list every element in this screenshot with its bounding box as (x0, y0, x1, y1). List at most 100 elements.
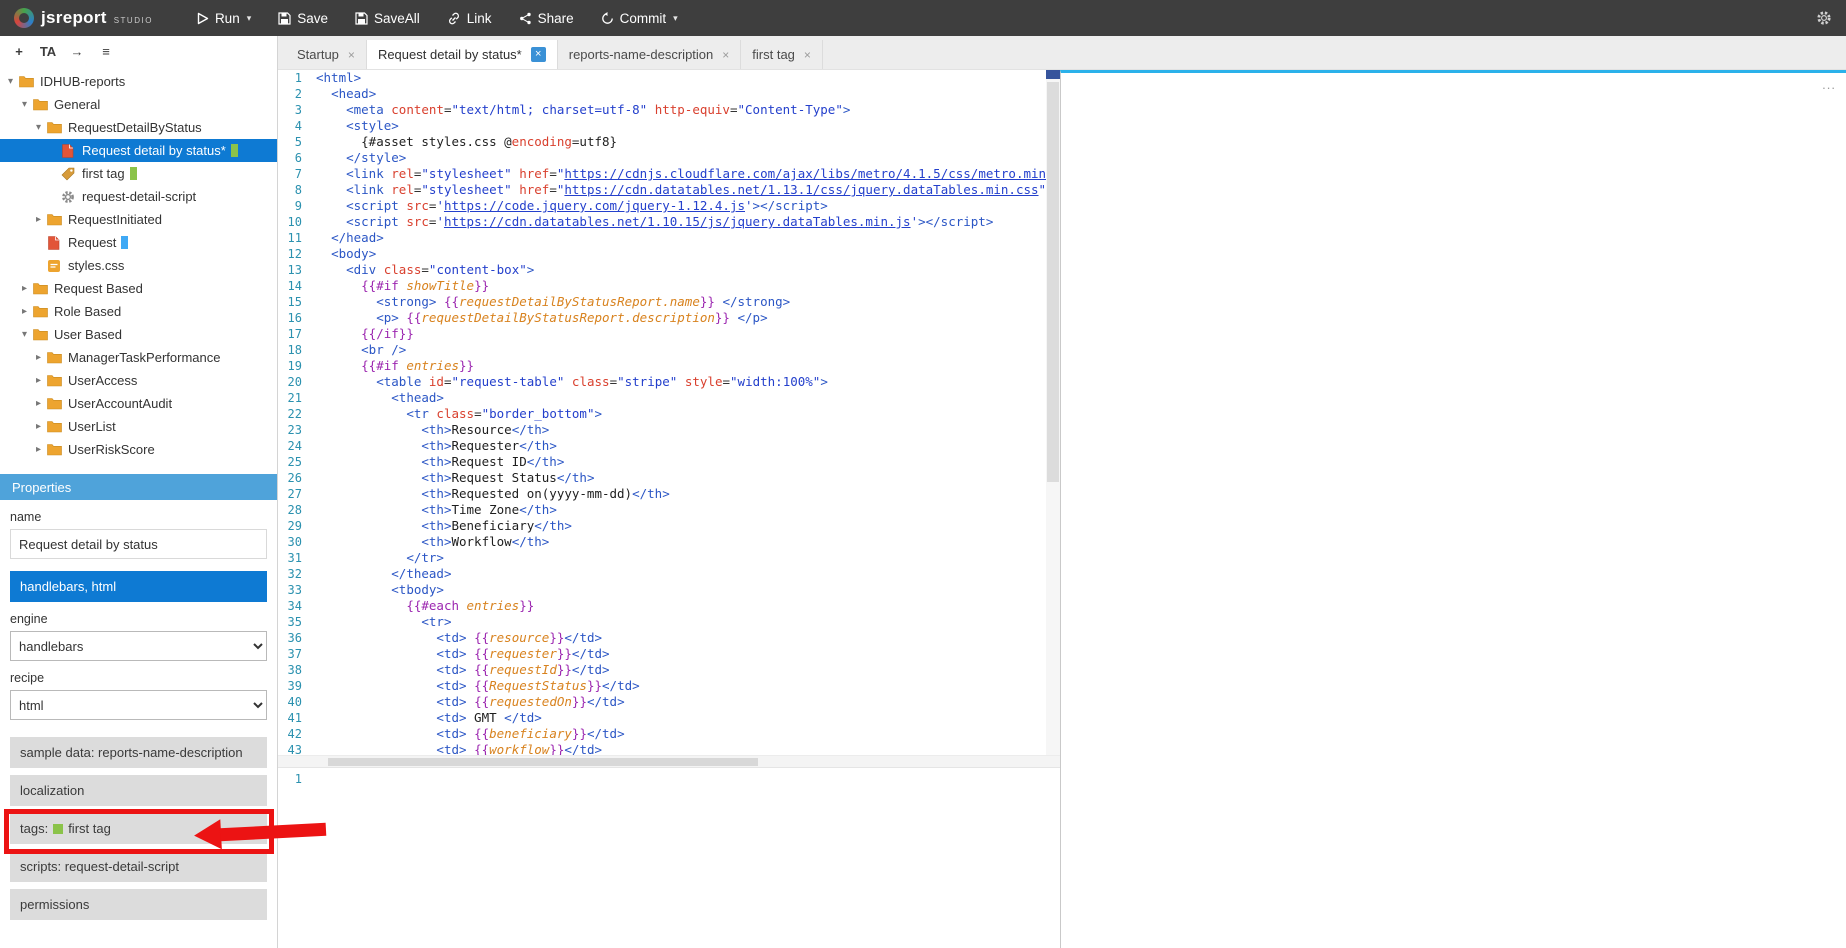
code-line[interactable]: 7 <link rel="stylesheet" href="https://c… (278, 166, 1060, 182)
tree-item-request-detail-by-status[interactable]: Request detail by status* (0, 139, 277, 162)
code-line[interactable]: 27 <th>Requested on(yyyy-mm-dd)</th> (278, 486, 1060, 502)
menu-commit-button[interactable]: Commit▾ (601, 11, 678, 26)
toolbar-add-button[interactable]: + (7, 40, 31, 62)
recipe-select[interactable]: html (10, 690, 267, 720)
caret-right-icon[interactable]: ▸ (32, 352, 45, 363)
caret-right-icon[interactable]: ▸ (32, 398, 45, 409)
caret-down-icon[interactable]: ▾ (18, 99, 31, 110)
tree-item-requestdetailbystatus[interactable]: ▾RequestDetailByStatus (0, 116, 277, 139)
toolbar-menu-button[interactable]: ≡ (94, 40, 118, 62)
code-line[interactable]: 9 <script src='https://code.jquery.com/j… (278, 198, 1060, 214)
code-line[interactable]: 5 {#asset styles.css @encoding=utf8} (278, 134, 1060, 150)
tree-item-role-based[interactable]: ▸Role Based (0, 300, 277, 323)
code-line[interactable]: 18 <br /> (278, 342, 1060, 358)
code-line[interactable]: 17 {{/if}} (278, 326, 1060, 342)
preview-more-button[interactable]: ... (1822, 77, 1836, 92)
code-line[interactable]: 24 <th>Requester</th> (278, 438, 1060, 454)
code-line[interactable]: 40 <td> {{requestedOn}}</td> (278, 694, 1060, 710)
code-line[interactable]: 6 </style> (278, 150, 1060, 166)
editor-vertical-scrollbar[interactable] (1046, 70, 1060, 755)
caret-right-icon[interactable]: ▸ (32, 444, 45, 455)
caret-right-icon[interactable]: ▸ (32, 375, 45, 386)
code-line[interactable]: 19 {{#if entries}} (278, 358, 1060, 374)
horizontal-scroll-thumb[interactable] (328, 758, 758, 766)
tree-item-styles-css[interactable]: styles.css (0, 254, 277, 277)
code-line[interactable]: 14 {{#if showTitle}} (278, 278, 1060, 294)
close-icon[interactable]: × (348, 49, 355, 61)
code-line[interactable]: 25 <th>Request ID</th> (278, 454, 1060, 470)
menu-run-button[interactable]: Run▾ (197, 11, 251, 26)
close-icon[interactable]: × (531, 47, 546, 62)
tree-item-user-based[interactable]: ▾User Based (0, 323, 277, 346)
menu-save-button[interactable]: Save (278, 11, 328, 26)
tab-request-detail-by-status[interactable]: Request detail by status*× (367, 40, 558, 69)
tree-item-userlist[interactable]: ▸UserList (0, 415, 277, 438)
code-line[interactable]: 8 <link rel="stylesheet" href="https://c… (278, 182, 1060, 198)
code-line[interactable]: 34 {{#each entries}} (278, 598, 1060, 614)
tree-item-first-tag[interactable]: first tag (0, 162, 277, 185)
properties-header[interactable]: Properties (0, 474, 277, 500)
code-line[interactable]: 11 </head> (278, 230, 1060, 246)
code-line[interactable]: 37 <td> {{requester}}</td> (278, 646, 1060, 662)
code-line[interactable]: 16 <p> {{requestDetailByStatusReport.des… (278, 310, 1060, 326)
tree-item-useraccountaudit[interactable]: ▸UserAccountAudit (0, 392, 277, 415)
code-line[interactable]: 2 <head> (278, 86, 1060, 102)
code-line[interactable]: 15 <strong> {{requestDetailByStatusRepor… (278, 294, 1060, 310)
tree-item-managertaskperformance[interactable]: ▸ManagerTaskPerformance (0, 346, 277, 369)
close-icon[interactable]: × (722, 49, 729, 61)
section-tags[interactable]: tags:first tag (10, 813, 267, 844)
section-localization[interactable]: localization (10, 775, 267, 806)
caret-down-icon[interactable]: ▾ (18, 329, 31, 340)
tab-first-tag[interactable]: first tag× (741, 40, 823, 69)
tree-item-requestinitiated[interactable]: ▸RequestInitiated (0, 208, 277, 231)
code-line[interactable]: 23 <th>Resource</th> (278, 422, 1060, 438)
code-line[interactable]: 30 <th>Workflow</th> (278, 534, 1060, 550)
caret-right-icon[interactable]: ▸ (18, 306, 31, 317)
engine-select[interactable]: handlebars (10, 631, 267, 661)
code-line[interactable]: 10 <script src='https://cdn.datatables.n… (278, 214, 1060, 230)
section-permissions[interactable]: permissions (10, 889, 267, 920)
caret-down-icon[interactable]: ▾ (32, 122, 45, 133)
code-line[interactable]: 35 <tr> (278, 614, 1060, 630)
code-line[interactable]: 32 </thead> (278, 566, 1060, 582)
toolbar-run-button[interactable]: → (65, 40, 89, 62)
code-line[interactable]: 13 <div class="content-box"> (278, 262, 1060, 278)
vertical-scroll-thumb[interactable] (1047, 82, 1059, 482)
code-line[interactable]: 33 <tbody> (278, 582, 1060, 598)
tree-item-request[interactable]: Request (0, 231, 277, 254)
code-line[interactable]: 38 <td> {{requestId}}</td> (278, 662, 1060, 678)
code-line[interactable]: 20 <table id="request-table" class="stri… (278, 374, 1060, 390)
code-line[interactable]: 12 <body> (278, 246, 1060, 262)
menu-share-button[interactable]: Share (519, 11, 574, 26)
code-line[interactable]: 42 <td> {{beneficiary}}</td> (278, 726, 1060, 742)
code-line[interactable]: 43 <td> {{workflow}}</td> (278, 742, 1060, 755)
tree-item-request-detail-script[interactable]: request-detail-script (0, 185, 277, 208)
code-line[interactable]: 39 <td> {{RequestStatus}}</td> (278, 678, 1060, 694)
section-scripts[interactable]: scripts: request-detail-script (10, 851, 267, 882)
close-icon[interactable]: × (804, 49, 811, 61)
code-line[interactable]: 29 <th>Beneficiary</th> (278, 518, 1060, 534)
code-line[interactable]: 1<html> (278, 70, 1060, 86)
code-line[interactable]: 26 <th>Request Status</th> (278, 470, 1060, 486)
code-line[interactable]: 36 <td> {{resource}}</td> (278, 630, 1060, 646)
code-editor[interactable]: 1<html>2 <head>3 <meta content="text/htm… (278, 70, 1060, 755)
code-line[interactable]: 4 <style> (278, 118, 1060, 134)
caret-right-icon[interactable]: ▸ (18, 283, 31, 294)
tab-reports-name-description[interactable]: reports-name-description× (558, 40, 742, 69)
code-line[interactable]: 31 </tr> (278, 550, 1060, 566)
menu-link-button[interactable]: Link (447, 11, 492, 26)
tree-item-request-based[interactable]: ▸Request Based (0, 277, 277, 300)
menu-saveall-button[interactable]: SaveAll (355, 11, 420, 26)
tree-item-idhub-reports[interactable]: ▾IDHUB-reports (0, 70, 277, 93)
tab-startup[interactable]: Startup× (286, 40, 367, 69)
code-line[interactable]: 3 <meta content="text/html; charset=utf-… (278, 102, 1060, 118)
toolbar-filter-button[interactable]: TA (36, 40, 60, 62)
tree-item-useraccess[interactable]: ▸UserAccess (0, 369, 277, 392)
section-sample-data[interactable]: sample data: reports-name-description (10, 737, 267, 768)
code-line[interactable]: 41 <td> GMT </td> (278, 710, 1060, 726)
name-input[interactable] (10, 529, 267, 559)
code-line[interactable]: 1 (278, 771, 1060, 787)
code-line[interactable]: 21 <thead> (278, 390, 1060, 406)
bottom-editor-pane[interactable]: 1 (278, 767, 1060, 948)
tree-item-general[interactable]: ▾General (0, 93, 277, 116)
